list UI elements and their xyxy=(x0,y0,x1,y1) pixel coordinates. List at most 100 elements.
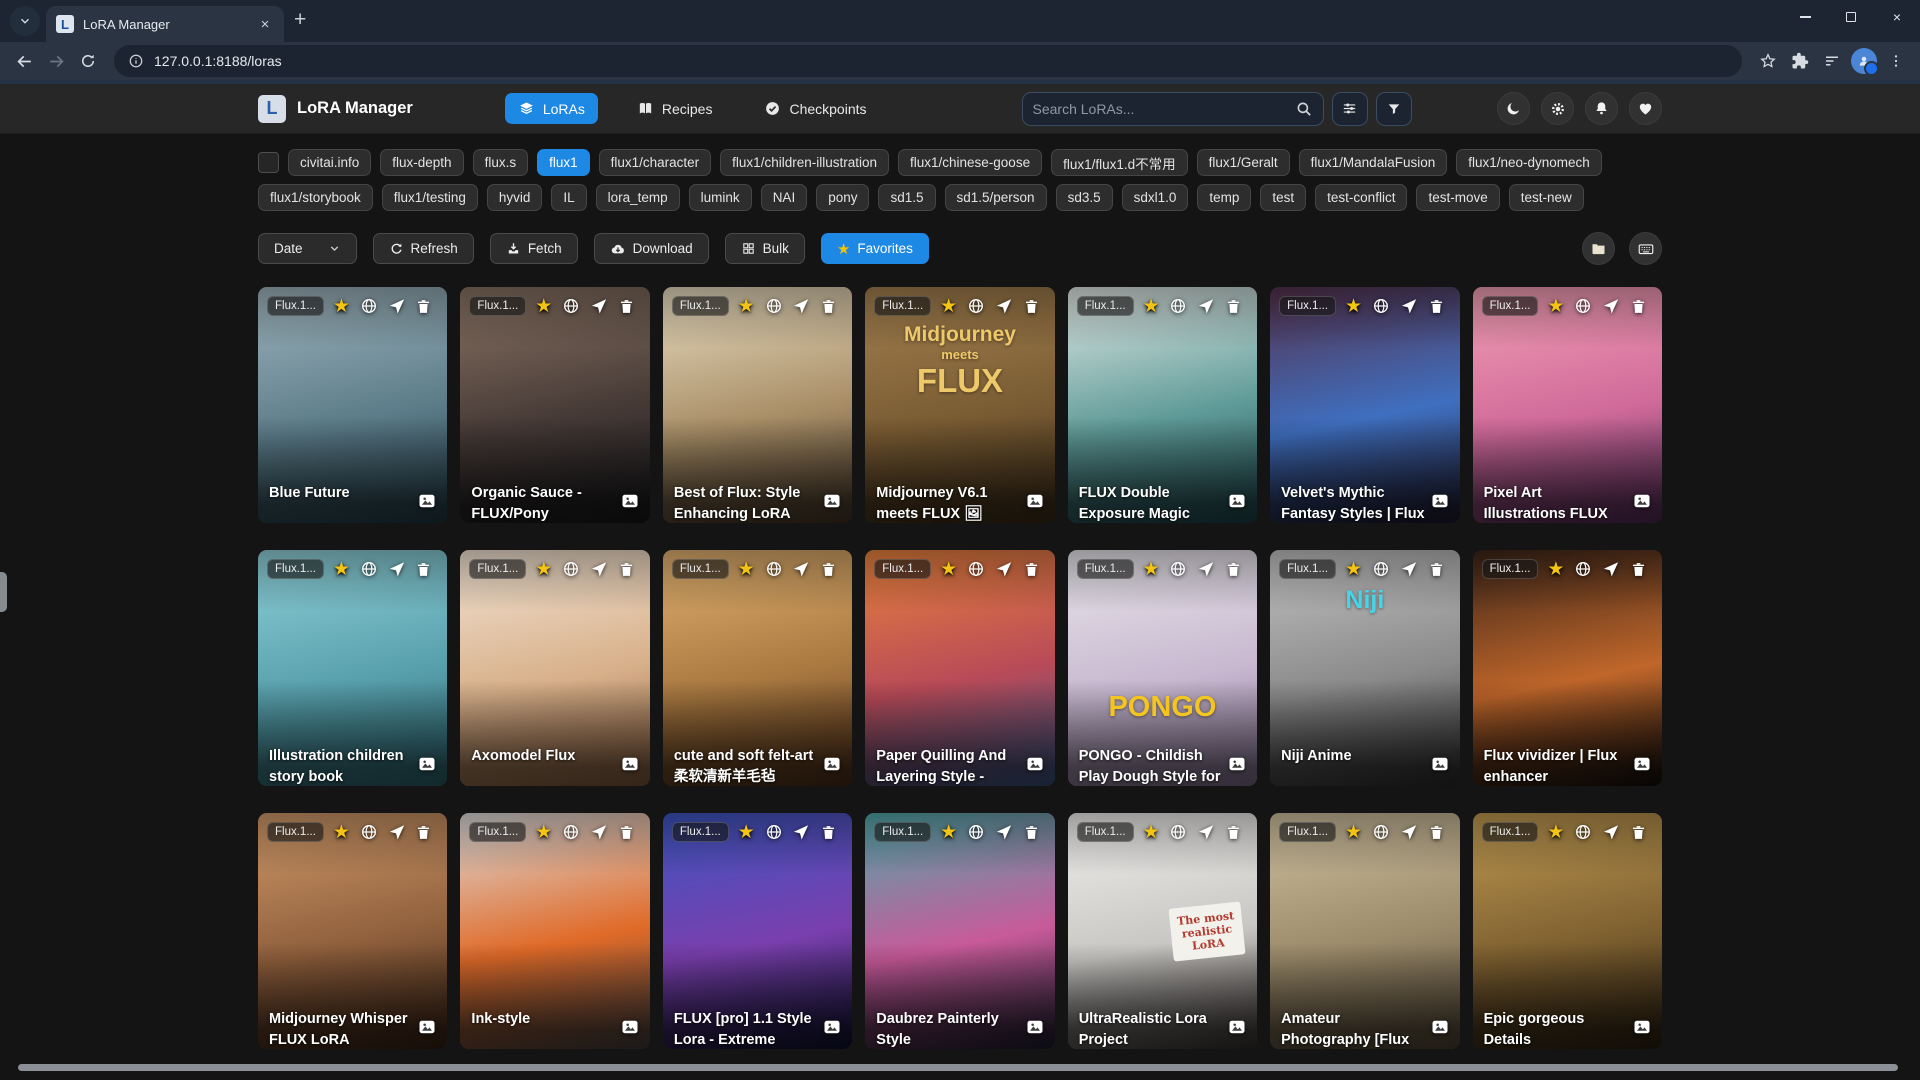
tag-chip[interactable]: sd1.5/person xyxy=(945,184,1047,211)
tag-chip[interactable]: test-new xyxy=(1509,184,1584,211)
delete-icon[interactable] xyxy=(1225,561,1242,578)
nav-tab-loras[interactable]: LoRAs xyxy=(505,93,598,124)
lora-card[interactable]: Flux.1... ★ Midjourney Whisper FLUX LoRA xyxy=(258,813,447,1049)
send-icon[interactable] xyxy=(388,297,406,315)
tag-chip[interactable]: test-conflict xyxy=(1315,184,1407,211)
delete-icon[interactable] xyxy=(820,298,837,315)
send-icon[interactable] xyxy=(1602,297,1620,315)
send-icon[interactable] xyxy=(995,823,1013,841)
civitai-globe-icon[interactable] xyxy=(765,297,783,315)
search-box[interactable] xyxy=(1022,92,1324,126)
tag-chip[interactable]: flux1/storybook xyxy=(258,184,373,211)
civitai-globe-icon[interactable] xyxy=(967,560,985,578)
browser-menu-icon[interactable] xyxy=(1880,45,1912,77)
preview-image-icon[interactable] xyxy=(1227,1017,1247,1037)
search-options-button[interactable] xyxy=(1332,92,1368,126)
horizontal-scrollbar[interactable] xyxy=(18,1064,1898,1071)
lora-card[interactable]: Flux.1... ★ cute and soft felt-art 柔软清新羊… xyxy=(663,550,852,786)
tag-chip[interactable]: flux1/MandalaFusion xyxy=(1299,149,1448,176)
tag-chip[interactable]: sd3.5 xyxy=(1056,184,1113,211)
lora-card[interactable]: Flux.1... ★ Ink-style xyxy=(460,813,649,1049)
lora-card[interactable]: Flux.1... ★ Flux vividizer | Flux enhanc… xyxy=(1473,550,1662,786)
send-icon[interactable] xyxy=(995,297,1013,315)
tag-chip[interactable]: flux1/neo-dynomech xyxy=(1456,149,1602,176)
nav-tab-recipes[interactable]: Recipes xyxy=(624,93,726,124)
lora-card[interactable]: Flux.1... ★ Best of Flux: Style Enhancin… xyxy=(663,287,852,523)
delete-icon[interactable] xyxy=(618,298,635,315)
tag-chip[interactable]: flux1/testing xyxy=(382,184,478,211)
civitai-globe-icon[interactable] xyxy=(360,297,378,315)
lora-card[interactable]: Flux.1... ★ Organic Sauce - FLUX/Pony xyxy=(460,287,649,523)
tag-chip[interactable]: flux1/Geralt xyxy=(1197,149,1290,176)
send-icon[interactable] xyxy=(1400,560,1418,578)
civitai-globe-icon[interactable] xyxy=(562,297,580,315)
tag-chip[interactable]: flux-depth xyxy=(380,149,463,176)
preview-image-icon[interactable] xyxy=(620,491,640,511)
settings-button[interactable] xyxy=(1541,92,1574,125)
tag-chip[interactable]: sd1.5 xyxy=(878,184,935,211)
preview-image-icon[interactable] xyxy=(822,754,842,774)
tag-chip[interactable]: flux.s xyxy=(473,149,529,176)
send-icon[interactable] xyxy=(792,823,810,841)
tag-chip[interactable]: lora_temp xyxy=(596,184,680,211)
favorite-star-icon[interactable]: ★ xyxy=(1547,823,1564,842)
tag-chip[interactable]: pony xyxy=(816,184,869,211)
preview-image-icon[interactable] xyxy=(1025,1017,1045,1037)
civitai-globe-icon[interactable] xyxy=(562,560,580,578)
delete-icon[interactable] xyxy=(1428,561,1445,578)
preview-image-icon[interactable] xyxy=(1632,1017,1652,1037)
extensions-icon[interactable] xyxy=(1784,45,1816,77)
favorite-star-icon[interactable]: ★ xyxy=(738,297,755,316)
new-tab-button[interactable]: + xyxy=(294,8,306,32)
delete-icon[interactable] xyxy=(1428,824,1445,841)
send-icon[interactable] xyxy=(1400,297,1418,315)
civitai-globe-icon[interactable] xyxy=(967,823,985,841)
preview-image-icon[interactable] xyxy=(1632,491,1652,511)
tag-chip[interactable]: sdxl1.0 xyxy=(1122,184,1189,211)
send-icon[interactable] xyxy=(590,297,608,315)
favorites-heart-button[interactable] xyxy=(1629,92,1662,125)
tag-chip[interactable]: temp xyxy=(1197,184,1251,211)
tag-chip[interactable]: hyvid xyxy=(487,184,543,211)
forward-button[interactable] xyxy=(40,45,72,77)
sort-dropdown[interactable]: Date xyxy=(258,233,357,264)
lora-card[interactable]: Flux.1... ★ Velvet's Mythic Fantasy Styl… xyxy=(1270,287,1459,523)
tag-chip[interactable]: lumink xyxy=(689,184,752,211)
side-panel-handle[interactable] xyxy=(0,572,7,612)
delete-icon[interactable] xyxy=(1630,298,1647,315)
keyboard-shortcuts-button[interactable] xyxy=(1629,232,1662,265)
send-icon[interactable] xyxy=(388,560,406,578)
back-button[interactable] xyxy=(8,45,40,77)
favorite-star-icon[interactable]: ★ xyxy=(738,823,755,842)
lora-card[interactable]: Flux.1... ★ PONGO - Childish Play Dough … xyxy=(1068,550,1257,786)
nav-tab-checkpoints[interactable]: Checkpoints xyxy=(751,93,879,124)
tag-chip[interactable]: NAI xyxy=(761,184,808,211)
bookmark-star-icon[interactable] xyxy=(1752,45,1784,77)
lora-card[interactable]: Flux.1... ★ FLUX Double Exposure Magic xyxy=(1068,287,1257,523)
delete-icon[interactable] xyxy=(1225,298,1242,315)
tag-chip[interactable]: flux1/chinese-goose xyxy=(898,149,1042,176)
favorite-star-icon[interactable]: ★ xyxy=(535,297,552,316)
open-folder-button[interactable] xyxy=(1582,232,1615,265)
preview-image-icon[interactable] xyxy=(1632,754,1652,774)
preview-image-icon[interactable] xyxy=(417,1017,437,1037)
delete-icon[interactable] xyxy=(415,561,432,578)
send-icon[interactable] xyxy=(1602,560,1620,578)
favorite-star-icon[interactable]: ★ xyxy=(940,823,957,842)
civitai-globe-icon[interactable] xyxy=(1169,560,1187,578)
preview-image-icon[interactable] xyxy=(1025,491,1045,511)
delete-icon[interactable] xyxy=(415,298,432,315)
favorite-star-icon[interactable]: ★ xyxy=(1143,297,1160,316)
favorites-filter-button[interactable]: ★ Favorites xyxy=(821,233,929,264)
civitai-globe-icon[interactable] xyxy=(765,823,783,841)
tag-chip[interactable]: test-move xyxy=(1416,184,1499,211)
preview-image-icon[interactable] xyxy=(1227,754,1247,774)
send-icon[interactable] xyxy=(590,560,608,578)
civitai-globe-icon[interactable] xyxy=(360,823,378,841)
delete-icon[interactable] xyxy=(1630,561,1647,578)
civitai-globe-icon[interactable] xyxy=(1574,823,1592,841)
lora-card[interactable]: Flux.1... ★ Illustration children story … xyxy=(258,550,447,786)
tags-checkbox[interactable] xyxy=(258,152,279,173)
delete-icon[interactable] xyxy=(1023,298,1040,315)
civitai-globe-icon[interactable] xyxy=(765,560,783,578)
